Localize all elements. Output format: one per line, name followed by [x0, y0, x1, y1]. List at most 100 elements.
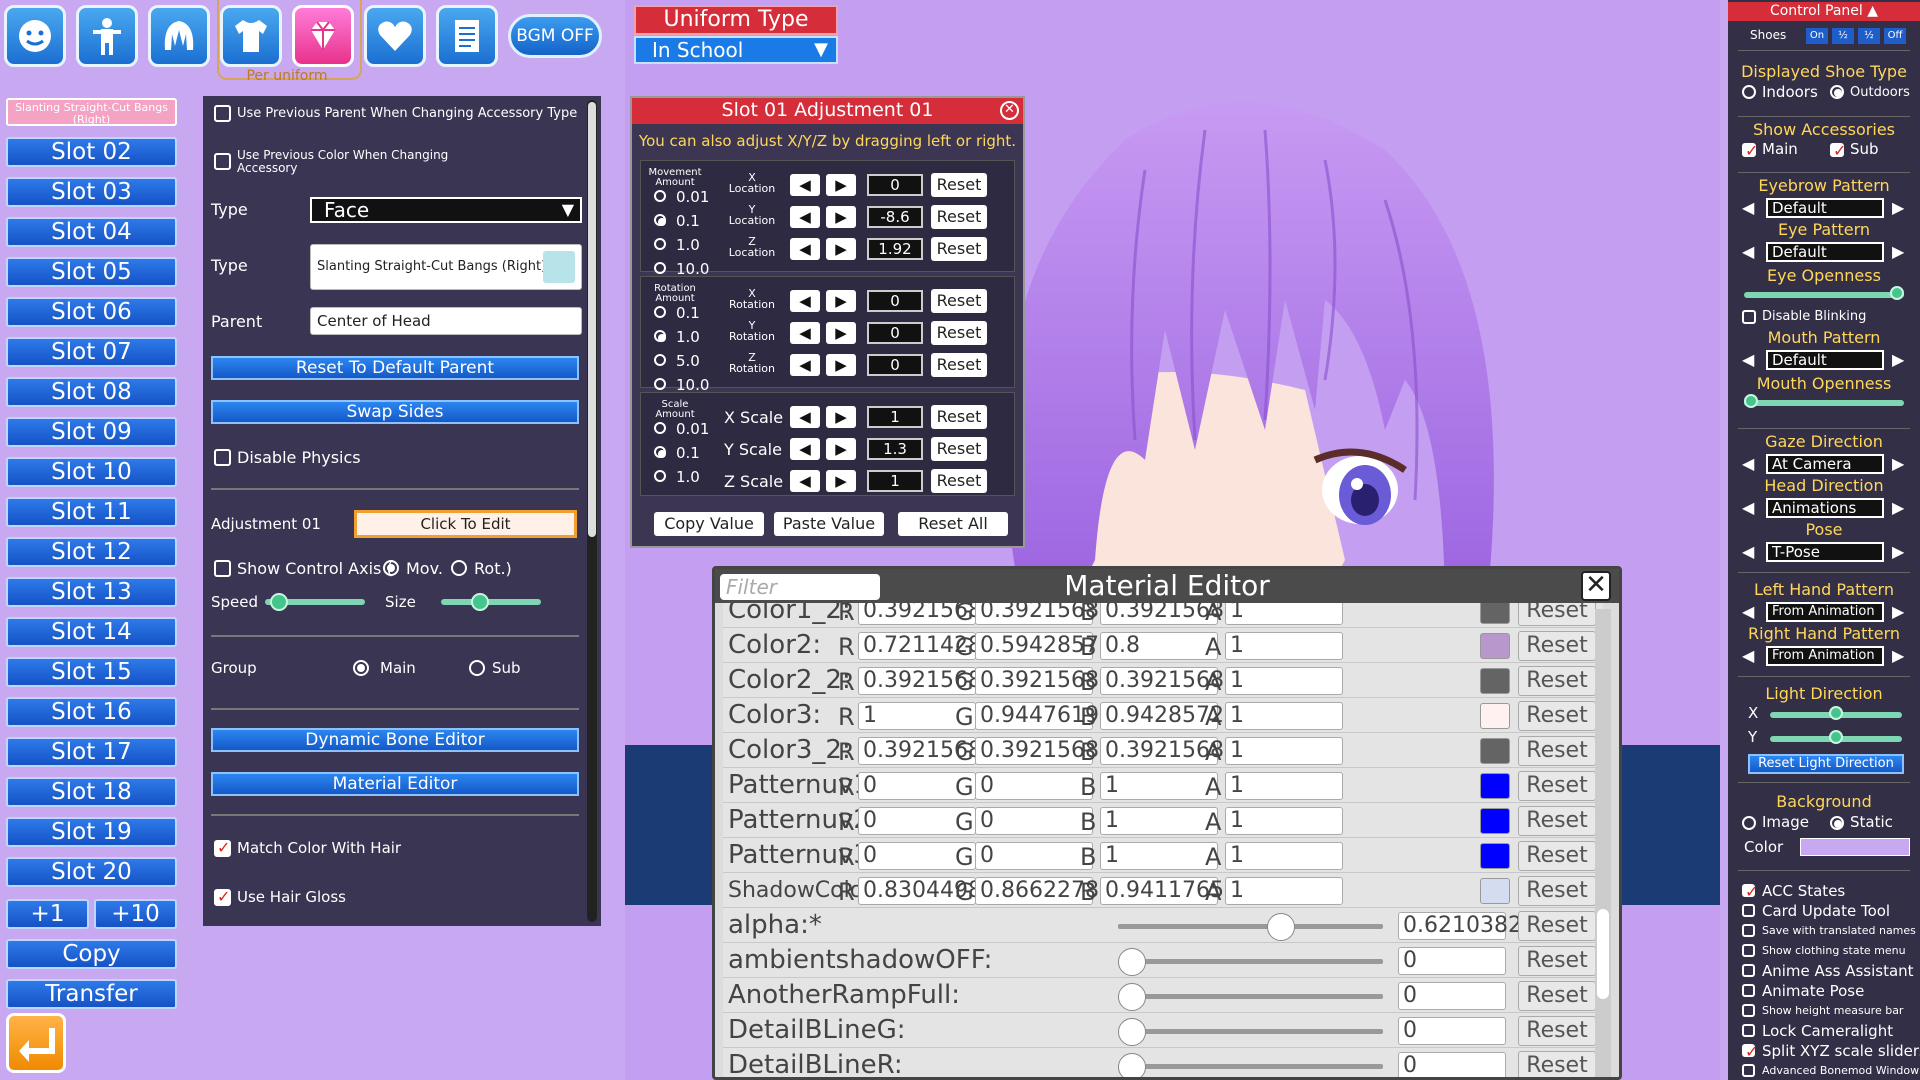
value-input[interactable]: -8.6: [867, 206, 923, 228]
speed-slider-handle[interactable]: [270, 593, 288, 611]
property-slider-handle[interactable]: [1118, 1018, 1146, 1046]
reset-button[interactable]: Reset: [931, 405, 987, 429]
disable-physics-checkbox[interactable]: [214, 449, 231, 466]
eye-openness-slider[interactable]: [1744, 292, 1904, 298]
channel-input[interactable]: 1: [1225, 737, 1343, 765]
value-input[interactable]: 1: [867, 406, 923, 428]
slot-button[interactable]: Slot 03: [6, 177, 177, 207]
channel-input[interactable]: 1: [1225, 842, 1343, 870]
pose-prev-arrow-icon[interactable]: ◀: [1742, 542, 1754, 561]
value-input[interactable]: 0: [867, 354, 923, 376]
step-radio[interactable]: [654, 330, 666, 342]
property-slider-handle[interactable]: [1118, 983, 1146, 1011]
property-input[interactable]: 0: [1398, 947, 1506, 975]
reset-button[interactable]: Reset: [1518, 911, 1596, 941]
option-checkbox[interactable]: [1742, 924, 1755, 937]
slot-01-button[interactable]: Slanting Straight-Cut Bangs (Right): [6, 98, 177, 126]
channel-input[interactable]: 1: [1100, 807, 1218, 835]
channel-input[interactable]: 0: [975, 772, 1093, 800]
step-radio[interactable]: [654, 306, 666, 318]
hair-menu-button[interactable]: [148, 5, 210, 67]
reset-button[interactable]: Reset: [1518, 631, 1596, 661]
gaze-prev-arrow-icon[interactable]: ◀: [1742, 454, 1754, 473]
reset-button[interactable]: Reset: [1518, 771, 1596, 801]
reset-button[interactable]: Reset: [1518, 603, 1596, 626]
reset-button[interactable]: Reset: [1518, 666, 1596, 696]
slot-button[interactable]: Slot 14: [6, 617, 177, 647]
shoes-half-alt-button[interactable]: ½: [1858, 28, 1880, 44]
mouth-pattern-value[interactable]: Default: [1766, 350, 1884, 370]
channel-input[interactable]: 0.8662278: [975, 877, 1099, 905]
color-swatch[interactable]: [1480, 603, 1510, 624]
reset-button[interactable]: Reset: [1518, 981, 1596, 1011]
channel-input[interactable]: 1: [1225, 877, 1343, 905]
step-radio[interactable]: [654, 238, 666, 250]
match-color-checkbox[interactable]: [214, 838, 231, 857]
decrement-arrow-icon[interactable]: ◀: [790, 438, 820, 460]
material-list-scrollbar-thumb[interactable]: [1597, 909, 1609, 999]
reset-button[interactable]: Reset: [931, 321, 987, 345]
eye-pattern-value[interactable]: Default: [1766, 242, 1884, 262]
increment-arrow-icon[interactable]: ▶: [826, 406, 856, 428]
add-one-slot-button[interactable]: +1: [6, 899, 89, 929]
decrement-arrow-icon[interactable]: ◀: [790, 290, 820, 312]
property-slider[interactable]: [1118, 959, 1383, 964]
step-radio[interactable]: [654, 446, 666, 458]
mouth-openness-slider-handle[interactable]: [1744, 394, 1758, 408]
shoes-half-button[interactable]: ½: [1832, 28, 1854, 44]
color-swatch[interactable]: [1480, 633, 1510, 659]
step-radio[interactable]: [654, 190, 666, 202]
use-hair-gloss-checkbox[interactable]: [214, 887, 231, 906]
color-swatch[interactable]: [1480, 773, 1510, 799]
disable-blinking-checkbox[interactable]: [1742, 310, 1756, 324]
reset-light-direction-button[interactable]: Reset Light Direction: [1748, 754, 1904, 774]
slot-button[interactable]: Slot 05: [6, 257, 177, 287]
accessories-main-checkbox[interactable]: [1742, 141, 1758, 160]
step-radio[interactable]: [654, 354, 666, 366]
group-main-radio[interactable]: [353, 660, 369, 676]
reset-button[interactable]: Reset: [931, 353, 987, 377]
increment-arrow-icon[interactable]: ▶: [826, 174, 856, 196]
channel-input[interactable]: 0.5942857: [975, 632, 1099, 660]
channel-input[interactable]: 1: [1225, 702, 1343, 730]
decrement-arrow-icon[interactable]: ◀: [790, 470, 820, 492]
parent-field[interactable]: Center of Head: [310, 307, 582, 335]
channel-input[interactable]: 1: [1225, 603, 1343, 625]
mouth-next-arrow-icon[interactable]: ▶: [1892, 350, 1904, 369]
eye-openness-slider-handle[interactable]: [1890, 286, 1904, 300]
accessory-panel-scrollbar-thumb[interactable]: [588, 102, 596, 537]
increment-arrow-icon[interactable]: ▶: [826, 354, 856, 376]
property-input[interactable]: 0: [1398, 1017, 1506, 1045]
channel-input[interactable]: 1: [1100, 842, 1218, 870]
decrement-arrow-icon[interactable]: ◀: [790, 238, 820, 260]
step-radio[interactable]: [654, 470, 666, 482]
channel-input[interactable]: 0.3921568: [975, 667, 1099, 695]
slot-button[interactable]: Slot 19: [6, 817, 177, 847]
head-direction-value[interactable]: Animations: [1766, 498, 1884, 518]
reset-button[interactable]: Reset: [931, 437, 987, 461]
value-input[interactable]: 1.92: [867, 238, 923, 260]
head-prev-arrow-icon[interactable]: ◀: [1742, 498, 1754, 517]
channel-input[interactable]: 0.9428572: [1100, 702, 1224, 730]
property-slider[interactable]: [1118, 994, 1383, 999]
bgm-toggle-button[interactable]: BGM OFF: [508, 14, 602, 58]
property-slider[interactable]: [1118, 1029, 1383, 1034]
option-checkbox[interactable]: [1742, 1064, 1755, 1077]
option-checkbox[interactable]: [1742, 1042, 1758, 1061]
reset-button[interactable]: Reset: [1518, 841, 1596, 871]
option-checkbox[interactable]: [1742, 882, 1758, 901]
channel-input[interactable]: 0.3921568: [1100, 603, 1224, 625]
dynamic-bone-editor-button[interactable]: Dynamic Bone Editor: [211, 728, 579, 752]
type-dropdown[interactable]: Face: [310, 197, 582, 223]
channel-input[interactable]: 0: [975, 842, 1093, 870]
channel-input[interactable]: 0.8: [1100, 632, 1218, 660]
mouth-openness-slider[interactable]: [1744, 400, 1904, 406]
left-hand-pattern-value[interactable]: From Animation: [1766, 602, 1884, 622]
channel-input[interactable]: 0.3921568: [1100, 667, 1224, 695]
property-slider[interactable]: [1118, 924, 1383, 929]
slot-button[interactable]: Slot 11: [6, 497, 177, 527]
slot-button[interactable]: Slot 08: [6, 377, 177, 407]
reset-button[interactable]: Reset: [1518, 736, 1596, 766]
eyebrow-pattern-value[interactable]: Default: [1766, 198, 1884, 218]
pose-next-arrow-icon[interactable]: ▶: [1892, 542, 1904, 561]
